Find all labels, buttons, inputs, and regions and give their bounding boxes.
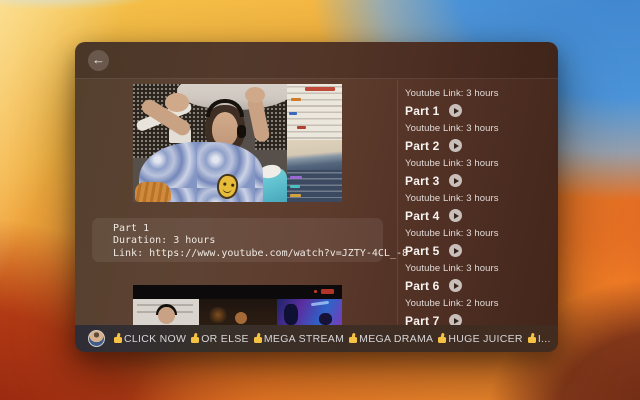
decor-thumb2-panel-middle bbox=[199, 299, 277, 325]
play-icon[interactable] bbox=[449, 244, 462, 257]
thumbs-up-icon bbox=[435, 333, 446, 344]
sidebar-entry-part: Part 6 bbox=[405, 279, 440, 293]
video-info-part: Part 1 bbox=[113, 223, 373, 235]
sidebar-entry-label: Youtube Link: 2 hours bbox=[405, 298, 558, 309]
sidebar-entry-part-row[interactable]: Part 4 bbox=[405, 208, 558, 223]
sidebar-entry: Youtube Link: 3 hours Part 3 bbox=[405, 158, 558, 188]
decor-figure-silhouette bbox=[319, 313, 332, 325]
play-icon[interactable] bbox=[449, 174, 462, 187]
decor-warm-glow bbox=[207, 307, 229, 323]
decor-cat bbox=[135, 182, 171, 202]
chat-overlay bbox=[287, 84, 342, 202]
sidebar-entry-part: Part 3 bbox=[405, 174, 440, 188]
sidebar-entry-part-row[interactable]: Part 5 bbox=[405, 243, 558, 258]
video-thumbnail-part2[interactable] bbox=[133, 285, 342, 325]
streamer-webcam-scene bbox=[133, 84, 287, 202]
sidebar-entry-label: Youtube Link: 3 hours bbox=[405, 193, 558, 204]
decor-thumb2-topbar bbox=[133, 285, 342, 299]
decor-chat-chip bbox=[290, 194, 301, 197]
sidebar-entry: Youtube Link: 3 hours Part 5 bbox=[405, 228, 558, 258]
decor-hand-left bbox=[165, 93, 189, 112]
back-button[interactable]: ← bbox=[88, 50, 109, 71]
chat-stream-preview bbox=[287, 140, 342, 170]
decor-streamer-face bbox=[212, 112, 238, 146]
thumbs-up-icon bbox=[525, 333, 536, 344]
decor-chat-chip bbox=[290, 185, 300, 188]
sidebar-entry-part-row[interactable]: Part 1 bbox=[405, 103, 558, 118]
stream-title-segment: MEGA STREAM bbox=[264, 333, 344, 345]
back-arrow-icon: ← bbox=[92, 52, 105, 67]
play-icon[interactable] bbox=[449, 139, 462, 152]
thumbs-up-icon bbox=[251, 333, 262, 344]
video-thumbnail-part1[interactable] bbox=[133, 84, 342, 202]
sidebar-entry-label: Youtube Link: 3 hours bbox=[405, 263, 558, 274]
sidebar-entry-part: Part 4 bbox=[405, 209, 440, 223]
stream-title-segment: I... bbox=[538, 333, 551, 345]
video-info-duration: Duration: 3 hours bbox=[113, 235, 373, 247]
streamer-avatar bbox=[88, 330, 105, 347]
decor-thumb2-panel-right bbox=[277, 299, 342, 325]
sidebar-entry-part: Part 1 bbox=[405, 104, 440, 118]
decor-chat-chip bbox=[290, 176, 302, 179]
sidebar-entry-label: Youtube Link: 3 hours bbox=[405, 88, 558, 99]
stream-title-bar: CLICK NOW OR ELSE MEGA STREAM MEGA DRAMA HUG… bbox=[75, 325, 558, 352]
stream-title-segment: CLICK NOW bbox=[124, 333, 186, 345]
sidebar-entry-part-row[interactable]: Part 2 bbox=[405, 138, 558, 153]
stream-title-segment: OR ELSE bbox=[201, 333, 249, 345]
decor-chat-chip bbox=[297, 126, 306, 129]
sidebar-entry: Youtube Link: 3 hours Part 6 bbox=[405, 263, 558, 293]
play-icon[interactable] bbox=[449, 314, 462, 325]
sidebar-entry-part: Part 2 bbox=[405, 139, 440, 153]
chat-messages-bottom bbox=[287, 170, 342, 202]
decor-thumb2-panel-left bbox=[133, 299, 199, 325]
decor-chat-chip bbox=[305, 87, 335, 91]
stream-title-segment: MEGA DRAMA bbox=[359, 333, 433, 345]
sidebar-list: Youtube Link: 3 hours Part 1 Youtube Lin… bbox=[405, 88, 558, 325]
decor-chat-chip bbox=[289, 112, 297, 115]
stream-title-segment: HUGE JUICER bbox=[448, 333, 522, 345]
chat-messages-top bbox=[287, 84, 342, 140]
sidebar-entry-part-row[interactable]: Part 6 bbox=[405, 278, 558, 293]
sidebar-entry-part: Part 7 bbox=[405, 314, 440, 326]
sidebar-entry-label: Youtube Link: 3 hours bbox=[405, 228, 558, 239]
live-badge bbox=[321, 289, 334, 294]
thumbs-up-icon bbox=[346, 333, 357, 344]
sidebar-entry: Youtube Link: 3 hours Part 4 bbox=[405, 193, 558, 223]
sidebar-entry-part: Part 5 bbox=[405, 244, 440, 258]
sidebar-entry: Youtube Link: 3 hours Part 1 bbox=[405, 88, 558, 118]
sidebar-entry: Youtube Link: 3 hours Part 2 bbox=[405, 123, 558, 153]
sidebar-entry-label: Youtube Link: 3 hours bbox=[405, 158, 558, 169]
decor-person-face bbox=[235, 312, 247, 324]
sidebar-entry: Youtube Link: 2 hours Part 7 bbox=[405, 298, 558, 325]
thumbs-up-icon bbox=[111, 333, 122, 344]
play-icon[interactable] bbox=[449, 279, 462, 292]
stream-title: CLICK NOW OR ELSE MEGA STREAM MEGA DRAMA HUG… bbox=[110, 333, 552, 345]
record-dot-icon bbox=[314, 290, 317, 293]
app-window: ← bbox=[75, 42, 558, 352]
sidebar-entry-part-row[interactable]: Part 3 bbox=[405, 173, 558, 188]
window-header bbox=[75, 42, 558, 79]
video-info-link: Link: https://www.youtube.com/watch?v=JZ… bbox=[113, 248, 373, 260]
video-info-panel: Part 1 Duration: 3 hours Link: https://w… bbox=[92, 218, 383, 262]
decor-chat-chip bbox=[291, 98, 301, 101]
sidebar-entry-part-row[interactable]: Part 7 bbox=[405, 313, 558, 325]
thumbs-up-icon bbox=[188, 333, 199, 344]
decor-figure-silhouette bbox=[284, 304, 298, 325]
play-icon[interactable] bbox=[449, 209, 462, 222]
parts-sidebar: Youtube Link: 3 hours Part 1 Youtube Lin… bbox=[398, 80, 558, 325]
decor-light-streak bbox=[311, 301, 329, 306]
sidebar-entry-label: Youtube Link: 3 hours bbox=[405, 123, 558, 134]
decor-headphone-earcup bbox=[237, 125, 246, 138]
decor-hand-right bbox=[245, 87, 265, 103]
play-icon[interactable] bbox=[449, 104, 462, 117]
decor-person-head bbox=[158, 307, 175, 324]
